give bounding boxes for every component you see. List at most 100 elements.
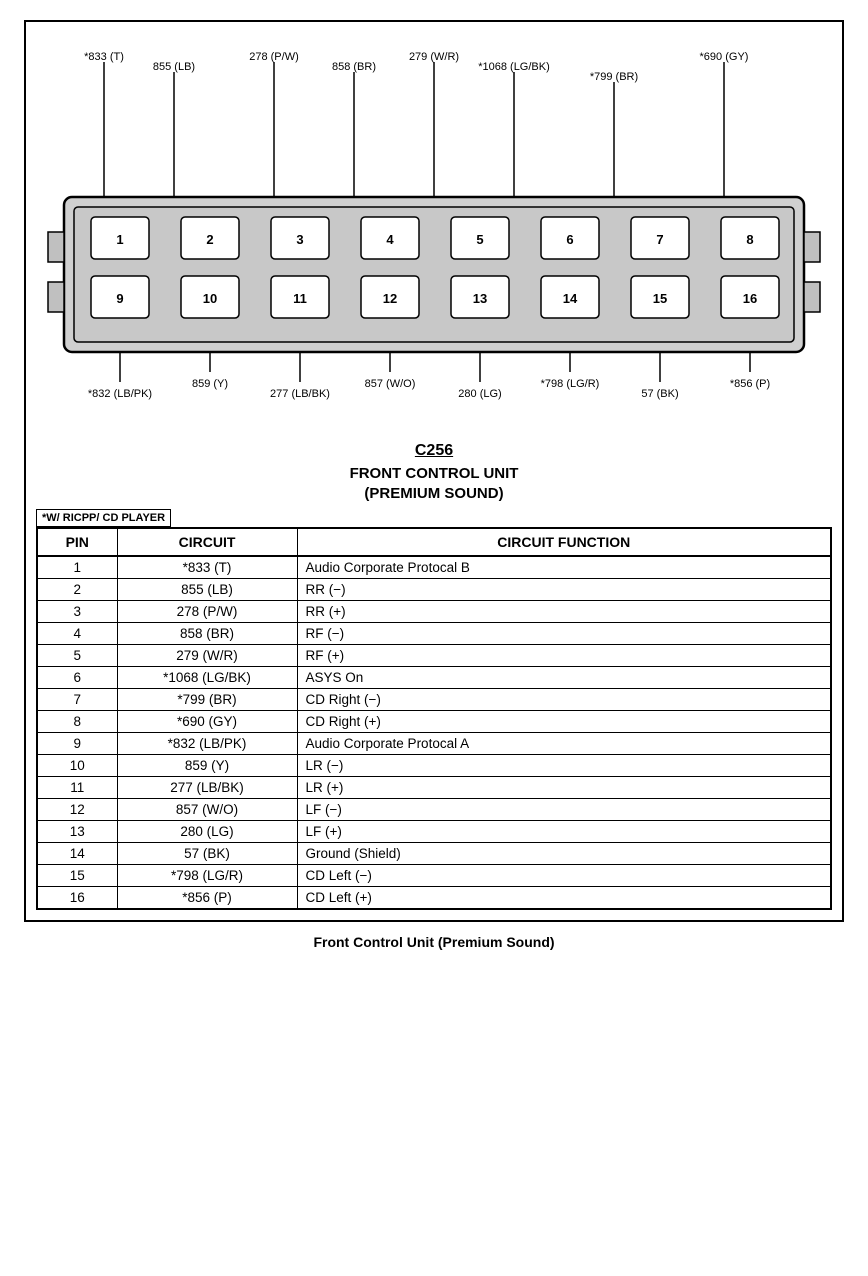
col-header-circuit: CIRCUIT (117, 528, 297, 556)
svg-text:57 (BK): 57 (BK) (641, 388, 678, 400)
pin-table: PIN CIRCUIT CIRCUIT FUNCTION 1*833 (T)Au… (36, 527, 832, 910)
table-row: 15*798 (LG/R)CD Left (−) (37, 865, 831, 887)
cell-circuit: 858 (BR) (117, 623, 297, 645)
svg-text:8: 8 (746, 232, 753, 247)
cell-function: Ground (Shield) (297, 843, 831, 865)
cell-circuit: 855 (LB) (117, 579, 297, 601)
col-header-function: CIRCUIT FUNCTION (297, 528, 831, 556)
badge-row: *W/ RICPP/ CD PLAYER (36, 509, 832, 527)
cell-circuit: *1068 (LG/BK) (117, 667, 297, 689)
svg-text:*690 (GY): *690 (GY) (700, 51, 749, 63)
cell-circuit: 859 (Y) (117, 755, 297, 777)
cell-function: RF (+) (297, 645, 831, 667)
cell-pin: 14 (37, 843, 117, 865)
cell-pin: 9 (37, 733, 117, 755)
svg-text:857 (W/O): 857 (W/O) (365, 378, 416, 390)
svg-text:858 (BR): 858 (BR) (332, 61, 376, 73)
cell-pin: 7 (37, 689, 117, 711)
cell-circuit: 278 (P/W) (117, 601, 297, 623)
main-container: *833 (T) 855 (LB) 278 (P/W) 858 (BR) 279… (24, 20, 844, 922)
badge: *W/ RICPP/ CD PLAYER (36, 509, 171, 527)
connector-name: FRONT CONTROL UNIT (PREMIUM SOUND) (36, 464, 832, 503)
cell-circuit: 279 (W/R) (117, 645, 297, 667)
cell-function: Audio Corporate Protocal B (297, 556, 831, 579)
col-header-pin: PIN (37, 528, 117, 556)
cell-pin: 6 (37, 667, 117, 689)
svg-text:*798 (LG/R): *798 (LG/R) (541, 378, 600, 390)
svg-text:855 (LB): 855 (LB) (153, 61, 195, 73)
cell-pin: 16 (37, 887, 117, 910)
cell-function: LF (−) (297, 799, 831, 821)
svg-text:277 (LB/BK): 277 (LB/BK) (270, 388, 330, 400)
table-row: 5279 (W/R)RF (+) (37, 645, 831, 667)
cell-circuit: 280 (LG) (117, 821, 297, 843)
table-row: 1*833 (T)Audio Corporate Protocal B (37, 556, 831, 579)
svg-text:*856 (P): *856 (P) (730, 378, 770, 390)
cell-pin: 11 (37, 777, 117, 799)
svg-text:280 (LG): 280 (LG) (458, 388, 501, 400)
table-row: 2855 (LB)RR (−) (37, 579, 831, 601)
svg-text:10: 10 (203, 291, 217, 306)
cell-pin: 12 (37, 799, 117, 821)
svg-text:9: 9 (116, 291, 123, 306)
cell-pin: 2 (37, 579, 117, 601)
cell-pin: 5 (37, 645, 117, 667)
table-row: 12857 (W/O)LF (−) (37, 799, 831, 821)
cell-pin: 8 (37, 711, 117, 733)
svg-text:6: 6 (566, 232, 573, 247)
cell-pin: 15 (37, 865, 117, 887)
table-row: 11277 (LB/BK)LR (+) (37, 777, 831, 799)
svg-text:13: 13 (473, 291, 487, 306)
svg-text:279 (W/R): 279 (W/R) (409, 51, 459, 63)
cell-function: Audio Corporate Protocal A (297, 733, 831, 755)
cell-circuit: 57 (BK) (117, 843, 297, 865)
table-row: 9*832 (LB/PK)Audio Corporate Protocal A (37, 733, 831, 755)
connector-id: C256 (36, 442, 832, 460)
svg-text:*799 (BR): *799 (BR) (590, 71, 638, 83)
cell-pin: 13 (37, 821, 117, 843)
table-row: 1457 (BK)Ground (Shield) (37, 843, 831, 865)
cell-function: CD Left (+) (297, 887, 831, 910)
cell-circuit: *832 (LB/PK) (117, 733, 297, 755)
cell-pin: 3 (37, 601, 117, 623)
cell-circuit: *856 (P) (117, 887, 297, 910)
cell-function: CD Right (+) (297, 711, 831, 733)
table-row: 8*690 (GY)CD Right (+) (37, 711, 831, 733)
svg-text:15: 15 (653, 291, 667, 306)
svg-text:859 (Y): 859 (Y) (192, 378, 228, 390)
svg-text:1: 1 (116, 232, 123, 247)
table-row: 6*1068 (LG/BK)ASYS On (37, 667, 831, 689)
svg-text:*833 (T): *833 (T) (84, 51, 124, 63)
cell-function: LF (+) (297, 821, 831, 843)
cell-pin: 1 (37, 556, 117, 579)
svg-text:5: 5 (476, 232, 483, 247)
cell-pin: 10 (37, 755, 117, 777)
cell-pin: 4 (37, 623, 117, 645)
cell-circuit: *798 (LG/R) (117, 865, 297, 887)
cell-circuit: *690 (GY) (117, 711, 297, 733)
svg-text:4: 4 (386, 232, 394, 247)
table-row: 10859 (Y)LR (−) (37, 755, 831, 777)
table-row: 13280 (LG)LF (+) (37, 821, 831, 843)
svg-text:*832 (LB/PK): *832 (LB/PK) (88, 388, 152, 400)
cell-circuit: 277 (LB/BK) (117, 777, 297, 799)
svg-text:2: 2 (206, 232, 213, 247)
table-header-row: PIN CIRCUIT CIRCUIT FUNCTION (37, 528, 831, 556)
diagram-area: *833 (T) 855 (LB) 278 (P/W) 858 (BR) 279… (36, 32, 832, 432)
table-row: 7*799 (BR)CD Right (−) (37, 689, 831, 711)
svg-text:14: 14 (563, 291, 578, 306)
cell-function: RF (−) (297, 623, 831, 645)
svg-text:16: 16 (743, 291, 757, 306)
title-section: C256 FRONT CONTROL UNIT (PREMIUM SOUND) (36, 442, 832, 503)
cell-function: CD Left (−) (297, 865, 831, 887)
cell-circuit: 857 (W/O) (117, 799, 297, 821)
svg-text:7: 7 (656, 232, 663, 247)
cell-function: LR (−) (297, 755, 831, 777)
table-row: 4858 (BR)RF (−) (37, 623, 831, 645)
cell-circuit: *799 (BR) (117, 689, 297, 711)
connector-diagram: *833 (T) 855 (LB) 278 (P/W) 858 (BR) 279… (36, 42, 832, 412)
svg-text:*1068 (LG/BK): *1068 (LG/BK) (478, 61, 550, 73)
connector-svg: *833 (T) 855 (LB) 278 (P/W) 858 (BR) 279… (44, 42, 824, 412)
cell-function: LR (+) (297, 777, 831, 799)
svg-text:278 (P/W): 278 (P/W) (249, 51, 299, 63)
